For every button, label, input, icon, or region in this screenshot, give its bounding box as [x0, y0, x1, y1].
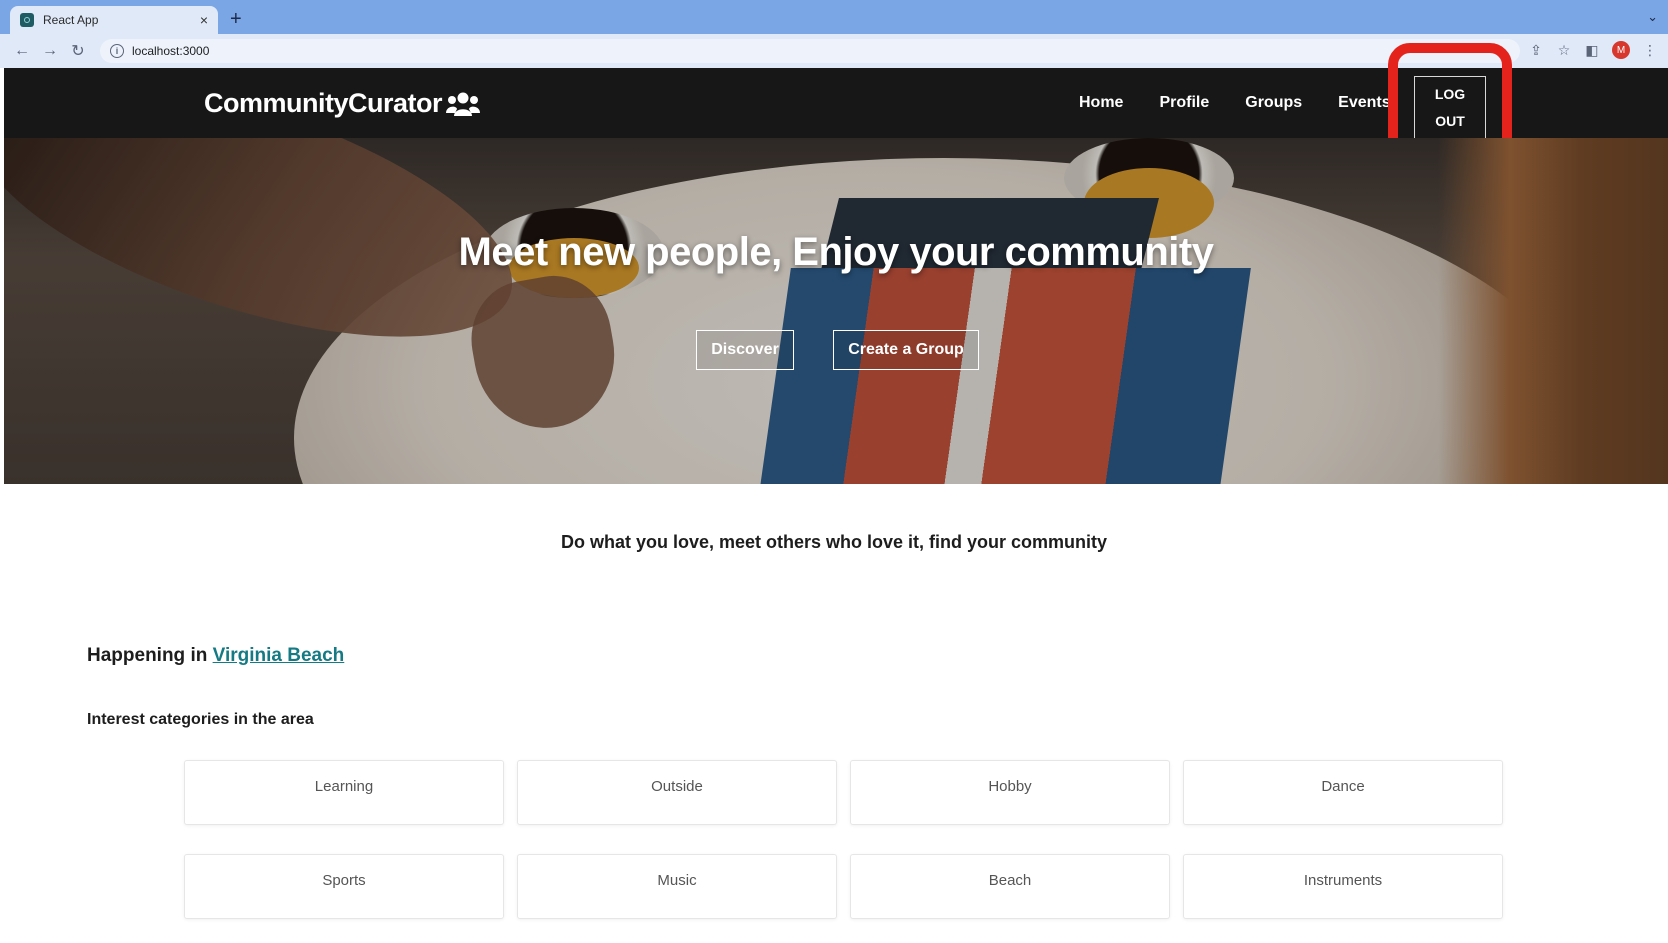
hero-overlay [4, 138, 1668, 484]
hero-banner: Meet new people, Enjoy your community Di… [4, 138, 1668, 484]
category-card-learning[interactable]: Learning [184, 760, 504, 825]
category-card-instruments[interactable]: Instruments [1183, 854, 1503, 919]
nav-events[interactable]: Events [1338, 94, 1390, 112]
nav-home[interactable]: Home [1079, 94, 1123, 112]
category-card-beach[interactable]: Beach [850, 854, 1170, 919]
logout-label-line1: LOG [1434, 86, 1466, 102]
category-card-music[interactable]: Music [517, 854, 837, 919]
nav-profile[interactable]: Profile [1159, 94, 1209, 112]
new-tab-icon[interactable]: + [230, 9, 242, 29]
brand-logo[interactable]: CommunityCurator [204, 88, 481, 119]
city-link[interactable]: Virginia Beach [213, 645, 345, 666]
hero-title: Meet new people, Enjoy your community [458, 230, 1214, 274]
discover-button[interactable]: Discover [696, 330, 794, 370]
address-bar[interactable]: i localhost:3000 [100, 39, 1520, 63]
reload-icon[interactable]: ↻ [64, 41, 92, 61]
site-info-icon[interactable]: i [110, 44, 124, 58]
browser-toolbar: ← → ↻ i localhost:3000 ⇪ ☆ ◧ M ⋮ [0, 34, 1668, 68]
site-header: CommunityCurator Home Profile Groups Eve… [4, 68, 1668, 140]
categories-heading: Interest categories in the area [87, 711, 314, 728]
create-group-button[interactable]: Create a Group [833, 330, 979, 370]
browser-tab[interactable]: React App × [10, 6, 218, 34]
tab-close-icon[interactable]: × [200, 12, 208, 28]
logout-label-line2: OUT [1435, 113, 1465, 129]
logout-button[interactable]: LOG OUT [1414, 76, 1486, 140]
tab-title: React App [43, 13, 99, 27]
tagline: Do what you love, meet others who love i… [560, 532, 1108, 552]
category-card-sports[interactable]: Sports [184, 854, 504, 919]
main-nav: Home Profile Groups Events [1079, 68, 1427, 138]
browser-tabbar: React App × + ⌄ [0, 0, 1668, 34]
share-icon[interactable]: ⇪ [1528, 42, 1544, 59]
happening-heading: Happening in Virginia Beach [87, 645, 344, 667]
category-card-outside[interactable]: Outside [517, 760, 837, 825]
url-text: localhost:3000 [132, 44, 210, 58]
brand-name: CommunityCurator [204, 88, 443, 118]
happening-prefix: Happening in [87, 645, 208, 666]
category-card-dance[interactable]: Dance [1183, 760, 1503, 825]
side-panel-icon[interactable]: ◧ [1584, 42, 1600, 59]
react-favicon-icon [20, 13, 34, 27]
profile-avatar[interactable]: M [1612, 41, 1630, 59]
users-icon [446, 92, 481, 116]
bookmark-star-icon[interactable]: ☆ [1556, 42, 1572, 59]
categories-grid: Learning Outside Hobby Dance Sports Musi… [184, 760, 1504, 919]
back-icon[interactable]: ← [8, 42, 36, 60]
category-card-hobby[interactable]: Hobby [850, 760, 1170, 825]
browser-menu-icon[interactable]: ⋮ [1642, 42, 1658, 59]
nav-groups[interactable]: Groups [1245, 94, 1302, 112]
tab-search-chevron-icon[interactable]: ⌄ [1647, 9, 1658, 25]
forward-icon[interactable]: → [36, 42, 64, 60]
